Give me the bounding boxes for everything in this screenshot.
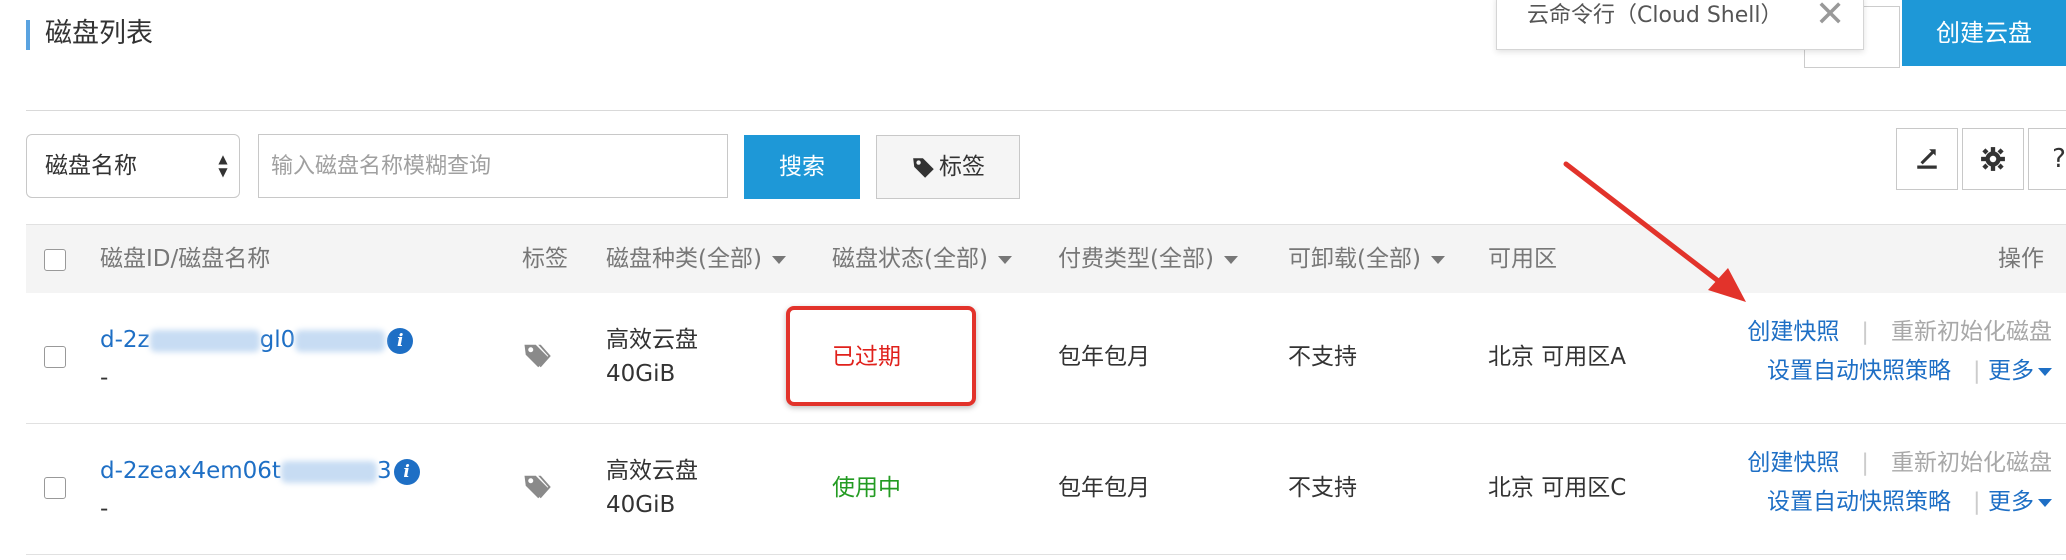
info-icon[interactable]: i: [393, 458, 420, 485]
auto-snapshot-policy-link[interactable]: 设置自动快照策略: [1767, 358, 1951, 384]
tag-icon: [913, 157, 934, 178]
page-title: 磁盘列表: [45, 18, 153, 49]
search-input[interactable]: [258, 134, 728, 198]
disk-size: 40GiB: [606, 492, 676, 518]
more-label: 更多: [1988, 489, 2034, 515]
redacted-id: [295, 329, 386, 352]
separator: |: [1958, 489, 1981, 515]
chevron-down-icon: [771, 255, 786, 264]
table-row: d-2z gl0 i - 高效云盘 40GiB 已过期 包年包月 不支持 北京 可用…: [26, 293, 2066, 424]
disk-id-mid: gl0: [259, 327, 296, 353]
disk-id-prefix: d-2zeax4em06t: [100, 458, 281, 484]
reinit-disk-link: 重新初始化磁盘: [1891, 450, 2052, 476]
annotation-highlight-box: [786, 306, 976, 406]
status-badge: 使用中: [832, 475, 901, 501]
row-checkbox[interactable]: [44, 346, 66, 368]
help-icon: ?: [2052, 144, 2066, 174]
help-button[interactable]: ?: [2028, 128, 2066, 190]
zone: 北京 可用区A: [1488, 344, 1627, 370]
reinit-disk-link: 重新初始化磁盘: [1891, 319, 2052, 345]
column-detachable-label: 可卸载(全部): [1288, 246, 1421, 272]
redacted-id: [149, 329, 260, 352]
create-disk-button[interactable]: 创建云盘: [1902, 0, 2066, 66]
cloud-shell-label: 云命令行（Cloud Shell）: [1527, 3, 1783, 28]
more-menu[interactable]: 更多: [1988, 489, 2052, 515]
more-label: 更多: [1988, 358, 2034, 384]
gear-icon: [1981, 147, 2005, 171]
title-accent-bar: [26, 20, 30, 50]
settings-button[interactable]: [1962, 128, 2024, 190]
column-disk-status-label: 磁盘状态(全部): [832, 246, 988, 272]
column-zone: 可用区: [1488, 246, 1557, 272]
detachable: 不支持: [1288, 344, 1357, 370]
column-disk-type-label: 磁盘种类(全部): [606, 246, 762, 272]
header-divider: [26, 110, 2066, 111]
tag-filter-label: 标签: [939, 154, 985, 180]
chevron-down-icon: [997, 255, 1012, 264]
disk-id-link[interactable]: d-2zeax4em06t 3 i: [100, 454, 420, 488]
column-actions: 操作: [1998, 246, 2044, 272]
table-row: d-2zeax4em06t 3 i - 高效云盘 40GiB 使用中 包年包月 不支…: [26, 424, 2066, 555]
column-tags: 标签: [522, 246, 568, 272]
separator: |: [1958, 358, 1981, 384]
tag-icon[interactable]: [522, 341, 552, 375]
updown-arrows-icon: ▲ ▼: [218, 152, 228, 179]
disk-id-suffix: 3: [376, 458, 392, 484]
auto-snapshot-policy-link[interactable]: 设置自动快照策略: [1767, 489, 1951, 515]
annotation-arrow-icon: [1563, 161, 1746, 302]
disk-size: 40GiB: [606, 361, 676, 387]
column-disk-id: 磁盘ID/磁盘名称: [100, 246, 271, 272]
disk-type: 高效云盘: [606, 327, 698, 353]
billing-type: 包年包月: [1058, 475, 1150, 501]
chevron-down-icon: [1430, 255, 1445, 264]
row-actions: 创建快照 | 重新初始化磁盘: [1747, 315, 2052, 349]
separator: |: [1846, 319, 1884, 345]
disk-name: -: [100, 496, 109, 522]
column-disk-status[interactable]: 磁盘状态(全部): [832, 225, 1012, 293]
row-actions-second: 设置自动快照策略 | 更多: [1767, 354, 2052, 388]
export-icon: [1917, 149, 1937, 169]
disk-id-link[interactable]: d-2z gl0 i: [100, 323, 414, 357]
column-disk-type[interactable]: 磁盘种类(全部): [606, 225, 786, 293]
column-detachable[interactable]: 可卸载(全部): [1288, 225, 1445, 293]
export-button[interactable]: [1896, 128, 1958, 190]
chevron-down-icon: [2038, 498, 2052, 507]
disk-type: 高效云盘: [606, 458, 698, 484]
column-billing-label: 付费类型(全部): [1058, 246, 1214, 272]
tag-icon[interactable]: [522, 472, 552, 506]
select-all-checkbox[interactable]: [44, 249, 66, 271]
separator: |: [1846, 450, 1884, 476]
detachable: 不支持: [1288, 475, 1357, 501]
row-actions-second: 设置自动快照策略 | 更多: [1767, 485, 2052, 519]
chevron-down-icon: [1223, 255, 1238, 264]
table-header: 磁盘ID/磁盘名称 标签 磁盘种类(全部) 磁盘状态(全部) 付费类型(全部) …: [26, 224, 2066, 294]
column-billing[interactable]: 付费类型(全部): [1058, 225, 1238, 293]
chevron-down-icon: [2038, 367, 2052, 376]
row-actions: 创建快照 | 重新初始化磁盘: [1747, 446, 2052, 480]
disk-id-prefix: d-2z: [100, 327, 150, 353]
zone: 北京 可用区C: [1488, 475, 1627, 501]
filter-field-select[interactable]: 磁盘名称 ▲ ▼: [26, 134, 240, 198]
info-icon[interactable]: i: [387, 327, 414, 354]
filter-select-value: 磁盘名称: [45, 153, 137, 179]
create-snapshot-link[interactable]: 创建快照: [1747, 319, 1839, 345]
more-menu[interactable]: 更多: [1988, 358, 2052, 384]
search-button[interactable]: 搜索: [744, 135, 860, 199]
close-icon[interactable]: ✕: [1815, 0, 1845, 33]
tag-filter-button[interactable]: 标签: [876, 135, 1020, 199]
billing-type: 包年包月: [1058, 344, 1150, 370]
cloud-shell-popover: 云命令行（Cloud Shell） ✕: [1496, 0, 1864, 50]
row-checkbox[interactable]: [44, 477, 66, 499]
create-snapshot-link[interactable]: 创建快照: [1747, 450, 1839, 476]
disk-name: -: [100, 365, 109, 391]
redacted-id: [280, 460, 377, 483]
